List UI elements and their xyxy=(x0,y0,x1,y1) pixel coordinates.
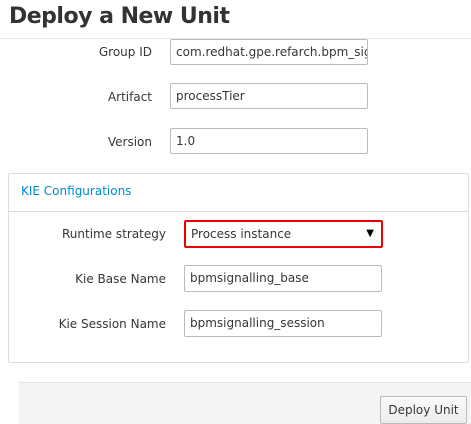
kie-session-name-input[interactable]: bpmsignalling_session xyxy=(184,310,382,337)
kie-base-name-input[interactable]: bpmsignalling_base xyxy=(184,265,382,292)
runtime-strategy-label: Runtime strategy xyxy=(62,227,166,241)
kie-session-name-label: Kie Session Name xyxy=(58,317,166,331)
caret-down-icon: ▼ xyxy=(366,228,374,239)
page-title: Deploy a New Unit xyxy=(9,4,230,29)
artifact-input[interactable]: processTier xyxy=(170,83,368,109)
deploy-unit-button[interactable]: Deploy Unit xyxy=(380,396,467,424)
artifact-label: Artifact xyxy=(107,90,152,104)
kie-base-name-label: Kie Base Name xyxy=(75,272,166,286)
group-id-label: Group ID xyxy=(98,45,152,59)
version-label: Version xyxy=(107,135,152,149)
version-input[interactable]: 1.0 xyxy=(170,128,368,154)
runtime-strategy-value: Process instance xyxy=(191,227,292,241)
runtime-strategy-select[interactable]: Process instance ▼ xyxy=(184,220,383,248)
panel-title: KIE Configurations xyxy=(21,184,132,198)
group-id-input[interactable]: com.redhat.gpe.refarch.bpm_sig xyxy=(170,39,368,65)
panel-header: KIE Configurations xyxy=(9,174,468,212)
